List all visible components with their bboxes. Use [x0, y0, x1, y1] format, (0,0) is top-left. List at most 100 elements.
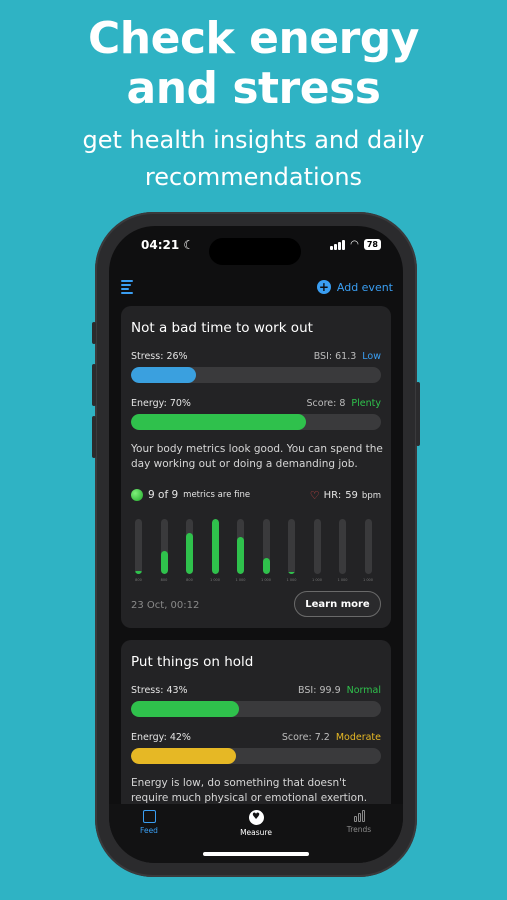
tab-feed-label: Feed [140, 826, 158, 835]
stress-row: Stress: 26% BSI: 61.3 Low [131, 351, 381, 362]
stress-bar-fill [131, 701, 239, 717]
stress-percent: 26% [166, 351, 188, 362]
phone-screen: 04:21 ☾ ◠ 78 + Add event Not a bad time … [109, 226, 403, 863]
bsi-label: BSI: [313, 351, 333, 362]
metric-bar [364, 519, 372, 574]
heart-rate: ♡ HR: 59 bpm [310, 489, 381, 502]
metric-bar-label: 1 000 [362, 578, 374, 582]
subline-line-1: get health insights and daily [82, 126, 425, 154]
tab-measure-label: Measure [240, 828, 272, 837]
promo-subline: get health insights and daily recommenda… [0, 122, 507, 196]
plus-icon: + [316, 280, 331, 294]
recommendation-card[interactable]: Not a bad time to work out Stress: 26% B… [121, 306, 391, 628]
volume-up-button [92, 364, 96, 406]
stress-percent: 43% [166, 685, 188, 696]
phone-frame: 04:21 ☾ ◠ 78 + Add event Not a bad time … [92, 212, 420, 877]
energy-level: Plenty [351, 398, 381, 409]
tab-measure[interactable]: ♥ Measure [226, 810, 286, 837]
bsi-value: 99.9 [319, 685, 341, 696]
headline-line-2: and stress [126, 63, 381, 114]
metric-bar [237, 519, 244, 574]
metric-bar [186, 519, 193, 574]
status-time: 04:21 ☾ [141, 238, 195, 252]
stress-row: Stress: 43% BSI: 99.9 Normal [131, 685, 381, 696]
home-indicator [203, 852, 309, 856]
stress-bar [131, 367, 381, 383]
energy-level: Moderate [335, 732, 381, 743]
card-title: Not a bad time to work out [131, 320, 313, 336]
metrics-bar-chart: 800 800 800 1 000 1 000 1 000 1 000 1 000 1 000 1… [131, 516, 381, 582]
metric-bar [262, 519, 270, 574]
top-bar: + Add event [121, 276, 393, 298]
metric-bar-fill [262, 557, 270, 574]
energy-bar [131, 414, 381, 430]
subline-line-2: recommendations [144, 163, 363, 191]
metric-bar-label: 800 [135, 578, 142, 582]
add-event-button[interactable]: + Add event [316, 280, 393, 294]
metric-bar-fill [135, 571, 142, 574]
stress-bar [131, 701, 381, 717]
metric-bar [160, 519, 168, 574]
metric-bar [339, 519, 346, 574]
energy-row: Energy: 42% Score: 7.2 Moderate [131, 732, 381, 743]
energy-row: Energy: 70% Score: 8 Plenty [131, 398, 381, 409]
energy-bar [131, 748, 381, 764]
stress-bar-fill [131, 367, 196, 383]
metric-bar-label: 1 000 [260, 578, 272, 582]
metric-bar [288, 519, 295, 574]
energy-label: Energy: [131, 732, 167, 743]
metric-bar-label: 1 000 [235, 578, 246, 582]
heart-outline-icon: ♡ [309, 489, 320, 502]
score-label: Score: [281, 732, 312, 743]
metrics-suffix: metrics are fine [183, 490, 251, 500]
menu-icon[interactable] [121, 280, 135, 294]
add-event-label: Add event [336, 280, 393, 294]
energy-percent: 70% [169, 398, 191, 409]
bsi-value: 61.3 [335, 351, 357, 362]
metric-bar-fill [288, 572, 295, 574]
stress-label: Stress: [131, 685, 164, 696]
bsi-label: BSI: [298, 685, 317, 696]
stress-level: Low [362, 351, 381, 362]
moon-icon: ☾ [183, 238, 195, 252]
feed-icon [142, 810, 156, 823]
metrics-summary[interactable]: 9 of 9 metrics are fine [131, 489, 250, 501]
dynamic-island [209, 238, 301, 265]
metric-bar [313, 519, 321, 574]
metric-bar-fill [237, 536, 244, 574]
tab-trends[interactable]: Trends [329, 810, 389, 834]
metric-bar-fill [160, 550, 168, 574]
hr-value: 59 [345, 490, 358, 501]
promo-headline: Check energy and stress [0, 14, 507, 114]
signal-icon [330, 239, 346, 250]
stress-level: Normal [346, 685, 381, 696]
card-description: Energy is low, do something that doesn't… [131, 777, 368, 804]
metrics-count: 9 of 9 [148, 489, 179, 501]
stress-label: Stress: [131, 351, 164, 362]
score-value: 8 [339, 398, 346, 409]
score-label: Score: [306, 398, 337, 409]
metric-bar [211, 519, 219, 574]
status-indicators: ◠ 78 [330, 239, 381, 250]
metric-bar-label: 1 000 [209, 578, 221, 582]
hr-unit: bpm [361, 490, 381, 501]
score-value: 7.2 [314, 732, 330, 743]
metric-bar-label: 1 000 [311, 578, 323, 582]
metric-bar-fill [186, 532, 193, 574]
battery-icon: 78 [363, 239, 381, 250]
heart-icon: ♥ [248, 810, 264, 825]
hr-label: HR: [323, 490, 342, 501]
status-dot-icon [131, 489, 143, 501]
tab-trends-label: Trends [346, 825, 372, 834]
wifi-icon: ◠ [350, 239, 359, 250]
trends-icon [353, 810, 365, 822]
energy-bar-fill [131, 748, 236, 764]
energy-bar-fill [131, 414, 306, 430]
card-description: Your body metrics look good. You can spe… [131, 443, 383, 470]
tab-feed[interactable]: Feed [119, 810, 179, 835]
power-button [416, 382, 420, 446]
metric-bar-label: 1 000 [286, 578, 297, 582]
mute-switch [92, 322, 96, 344]
metric-bar-fill [211, 519, 219, 574]
learn-more-button[interactable]: Learn more [294, 591, 381, 617]
